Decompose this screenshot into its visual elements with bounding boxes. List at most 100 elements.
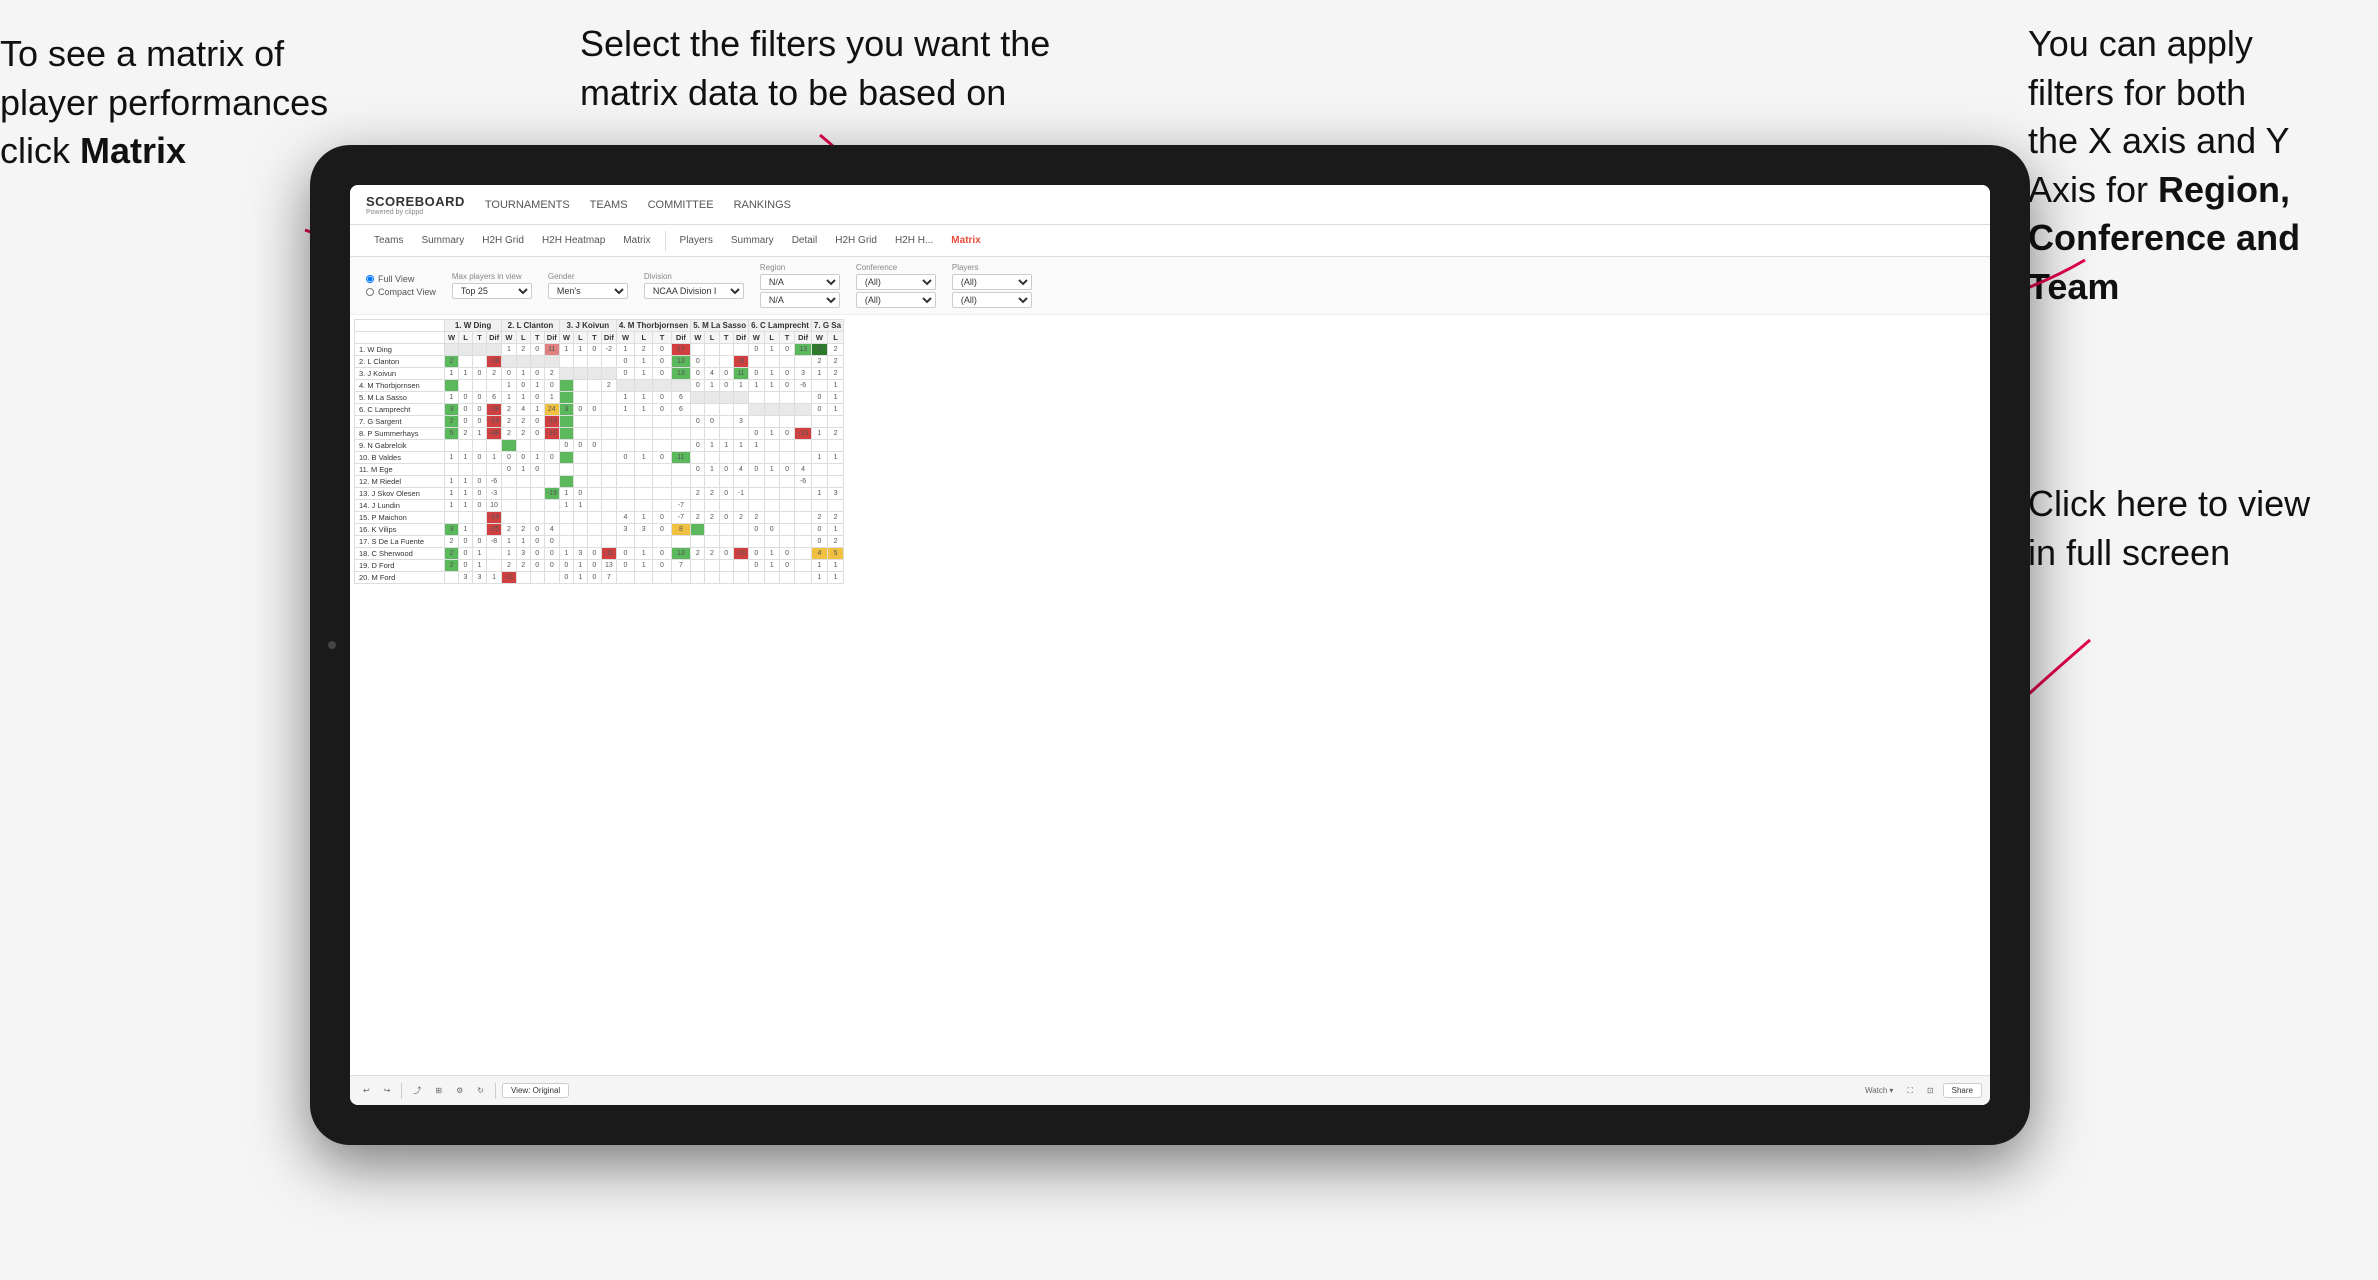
subnav-h2h-heatmap[interactable]: H2H Heatmap (534, 231, 613, 250)
table-row: 15. P Maichon -19 4 1 (355, 512, 844, 524)
nav-rankings[interactable]: RANKINGS (734, 195, 791, 215)
table-row: 3. J Koivun 1 1 0 2 0 1 0 2 0 (355, 368, 844, 380)
matrix-subheader-empty (355, 332, 445, 344)
subnav-detail[interactable]: Detail (784, 231, 826, 250)
refresh-button[interactable]: ↻ (472, 1084, 489, 1097)
players-select[interactable]: (All) (952, 274, 1032, 290)
table-row: 7. G Sargent 2 0 0 -18 2 2 0 -15 (355, 416, 844, 428)
matrix-header-empty (355, 320, 445, 332)
nav-committee[interactable]: COMMITTEE (648, 195, 714, 215)
toolbar-sep-2 (495, 1083, 496, 1099)
subnav-matrix[interactable]: Matrix (615, 231, 658, 250)
ann-rt-l5: Conference and (2028, 217, 2300, 258)
sh-5-w: W (691, 332, 705, 344)
filter-bar: Full View Compact View Max players in vi… (350, 257, 1990, 315)
subnav-summary2[interactable]: Summary (723, 231, 782, 250)
ann-center-line1: Select the filters you want the (580, 23, 1050, 64)
region-select[interactable]: N/A (760, 274, 840, 290)
sh-1-dif: Dif (487, 332, 502, 344)
sh-2-t: T (530, 332, 544, 344)
table-row: 17. S De La Fuente 2 0 0 -8 1 1 0 0 (355, 536, 844, 548)
conference-select[interactable]: (All) (856, 274, 936, 290)
ann-center-line2: matrix data to be based on (580, 72, 1006, 113)
redo-button[interactable]: ↪ (379, 1084, 396, 1097)
col-header-3: 3. J Koivun (559, 320, 616, 332)
sh-5-t: T (719, 332, 733, 344)
bottom-toolbar: ↩ ↪ ⤴ ⊞ ⚙ ↻ View: Original Watch ▾ ⛶ ⊡ S… (350, 1075, 1990, 1105)
logo-sub-text: Powered by clippd (366, 209, 465, 216)
subnav-matrix-active[interactable]: Matrix (943, 231, 988, 250)
sh-6-w: W (749, 332, 764, 344)
subnav-h2h-grid[interactable]: H2H Grid (474, 231, 532, 250)
max-players-select[interactable]: Top 25 (452, 283, 532, 299)
table-row: 20. M Ford 3 3 1 -11 0 1 0 7 (355, 572, 844, 584)
undo-button[interactable]: ↩ (358, 1084, 375, 1097)
compact-view-radio[interactable]: Compact View (366, 287, 436, 297)
col-header-4: 4. M Thorbjornsen (616, 320, 690, 332)
annotation-left: To see a matrix of player performances c… (0, 30, 340, 176)
logo-main-text: SCOREBOARD (366, 194, 465, 209)
table-row: 13. J Skov Olesen 1 1 0 -3 -19 1 0 (355, 488, 844, 500)
players-filter: Players (All) (All) (952, 263, 1032, 308)
sh-2-l: L (516, 332, 530, 344)
matrix-table: 1. W Ding 2. L Clanton 3. J Koivun 4. M … (354, 319, 844, 584)
sh-2-dif: Dif (544, 332, 559, 344)
subnav-h2h-h[interactable]: H2H H... (887, 231, 941, 250)
division-filter: Division NCAA Division I (644, 272, 744, 299)
main-nav: TOURNAMENTS TEAMS COMMITTEE RANKINGS (485, 195, 791, 215)
matrix-area[interactable]: 1. W Ding 2. L Clanton 3. J Koivun 4. M … (350, 315, 1990, 1055)
conference-select2[interactable]: (All) (856, 292, 936, 308)
view-radio-group: Full View Compact View (366, 274, 436, 297)
tablet-frame: SCOREBOARD Powered by clippd TOURNAMENTS… (310, 145, 2030, 1145)
sh-1-t: T (473, 332, 487, 344)
sh-3-l: L (573, 332, 587, 344)
share-toolbar-button[interactable]: ⤴ (408, 1083, 426, 1098)
max-players-label: Max players in view (452, 272, 532, 281)
max-players-filter: Max players in view Top 25 (452, 272, 532, 299)
table-row: 16. K Vilips 3 1 -25 2 2 0 4 3 (355, 524, 844, 536)
table-row: 1. W Ding 1 2 0 11 1 1 0 -2 1 (355, 344, 844, 356)
subnav-players[interactable]: Players (672, 231, 721, 250)
scoreboard-logo: SCOREBOARD Powered by clippd (366, 194, 465, 216)
ann-left-line2: player performances (0, 82, 328, 123)
gender-select[interactable]: Men's (548, 283, 628, 299)
region-select2[interactable]: N/A (760, 292, 840, 308)
sh-1-l: L (459, 332, 473, 344)
screen-button[interactable]: ⛶ (1902, 1084, 1918, 1098)
sh-4-dif: Dif (671, 332, 691, 344)
subnav-h2h-grid2[interactable]: H2H Grid (827, 231, 885, 250)
col-header-7: 7. G Sa (811, 320, 843, 332)
sh-4-t: T (653, 332, 671, 344)
sh-6-l: L (764, 332, 779, 344)
table-row: 2. L Clanton 2 -18 0 1 (355, 356, 844, 368)
watch-button[interactable]: Watch ▾ (1860, 1084, 1898, 1097)
division-select[interactable]: NCAA Division I (644, 283, 744, 299)
conference-label: Conference (856, 263, 936, 272)
subnav-teams[interactable]: Teams (366, 231, 411, 250)
sh-3-w: W (559, 332, 573, 344)
tablet-screen: SCOREBOARD Powered by clippd TOURNAMENTS… (350, 185, 1990, 1105)
settings-button[interactable]: ⚙ (451, 1084, 468, 1097)
share-button[interactable]: Share (1943, 1083, 1982, 1098)
col-header-6: 6. C Lamprecht (749, 320, 812, 332)
nav-tournaments[interactable]: TOURNAMENTS (485, 195, 570, 215)
sh-3-dif: Dif (601, 332, 616, 344)
gender-label: Gender (548, 272, 628, 281)
players-select2[interactable]: (All) (952, 292, 1032, 308)
ann-left-line1: To see a matrix of (0, 33, 284, 74)
col-header-5: 5. M La Sasso (691, 320, 749, 332)
sh-2-w: W (502, 332, 517, 344)
view-original-button[interactable]: View: Original (502, 1083, 569, 1098)
expand-button[interactable]: ⊡ (1922, 1084, 1939, 1097)
share-label: Share (1952, 1086, 1973, 1095)
ann-rt-l4b: Region, (2158, 169, 2290, 210)
gender-filter: Gender Men's (548, 272, 628, 299)
sub-nav: Teams Summary H2H Grid H2H Heatmap Matri… (350, 225, 1990, 257)
subnav-summary[interactable]: Summary (413, 231, 472, 250)
ann-left-line3-bold: Matrix (80, 130, 186, 171)
full-view-radio[interactable]: Full View (366, 274, 436, 284)
sh-1-w: W (445, 332, 459, 344)
grid-button[interactable]: ⊞ (430, 1084, 447, 1097)
nav-teams[interactable]: TEAMS (590, 195, 628, 215)
table-row: 5. M La Sasso 1 0 0 6 1 1 0 1 1 (355, 392, 844, 404)
